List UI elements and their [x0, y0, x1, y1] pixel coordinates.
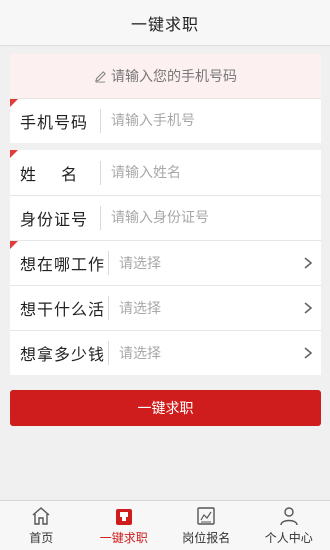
name-row: 姓 名 [10, 150, 321, 195]
salary-label: 想拿多少钱 [20, 345, 106, 364]
bottom-tabbar: 首页 一键求职 岗位报名 个人中心 [0, 500, 330, 550]
user-icon [280, 507, 298, 526]
home-icon [32, 507, 50, 525]
tab-profile[interactable]: 个人中心 [248, 501, 330, 550]
chevron-right-icon [304, 302, 313, 314]
phone-input[interactable] [101, 99, 321, 143]
salary-value: 请选择 [119, 346, 161, 362]
tab-job-signup[interactable]: 岗位报名 [165, 501, 248, 550]
pencil-icon [94, 70, 106, 83]
tab-quick-apply[interactable]: 一键求职 [83, 501, 166, 550]
work-location-label: 想在哪工作 [20, 255, 106, 274]
required-marker [10, 241, 18, 249]
work-location-select[interactable]: 想在哪工作 请选择 [10, 240, 321, 285]
chevron-right-icon [304, 257, 313, 269]
tab-label: 个人中心 [264, 531, 313, 545]
form-icon [197, 507, 215, 525]
phone-row: 手机号码 [10, 98, 321, 143]
required-marker [10, 150, 18, 158]
tab-label: 首页 [29, 531, 54, 545]
phone-notice-text: 请输入您的手机号码 [111, 69, 237, 85]
required-marker [10, 99, 18, 107]
briefcase-icon [115, 509, 132, 525]
job-type-select[interactable]: 想干什么活 请选择 [10, 285, 321, 330]
work-location-value: 请选择 [119, 256, 161, 272]
app-header: 一键求职 [0, 0, 330, 46]
chevron-right-icon [304, 347, 313, 359]
phone-card: 请输入您的手机号码 手机号码 [10, 54, 321, 143]
job-type-value: 请选择 [119, 301, 161, 317]
job-type-label: 想干什么活 [20, 300, 106, 319]
salary-select[interactable]: 想拿多少钱 请选择 [10, 330, 321, 375]
id-input[interactable] [101, 196, 321, 240]
name-label: 姓 名 [20, 164, 79, 184]
page-title: 一键求职 [130, 14, 199, 34]
name-input[interactable] [101, 150, 321, 195]
tab-label: 岗位报名 [182, 531, 231, 545]
phone-label: 手机号码 [20, 113, 89, 132]
id-label: 身份证号 [20, 210, 89, 229]
id-row: 身份证号 [10, 195, 321, 240]
phone-notice: 请输入您的手机号码 [10, 54, 321, 98]
tab-label: 一键求职 [99, 531, 148, 545]
identity-card: 姓 名 身份证号 想在哪工作 请选择 想干什么活 请选择 想拿多少钱 请选择 [10, 150, 321, 375]
tab-home[interactable]: 首页 [0, 501, 83, 550]
submit-button[interactable]: 一键求职 [10, 390, 321, 426]
